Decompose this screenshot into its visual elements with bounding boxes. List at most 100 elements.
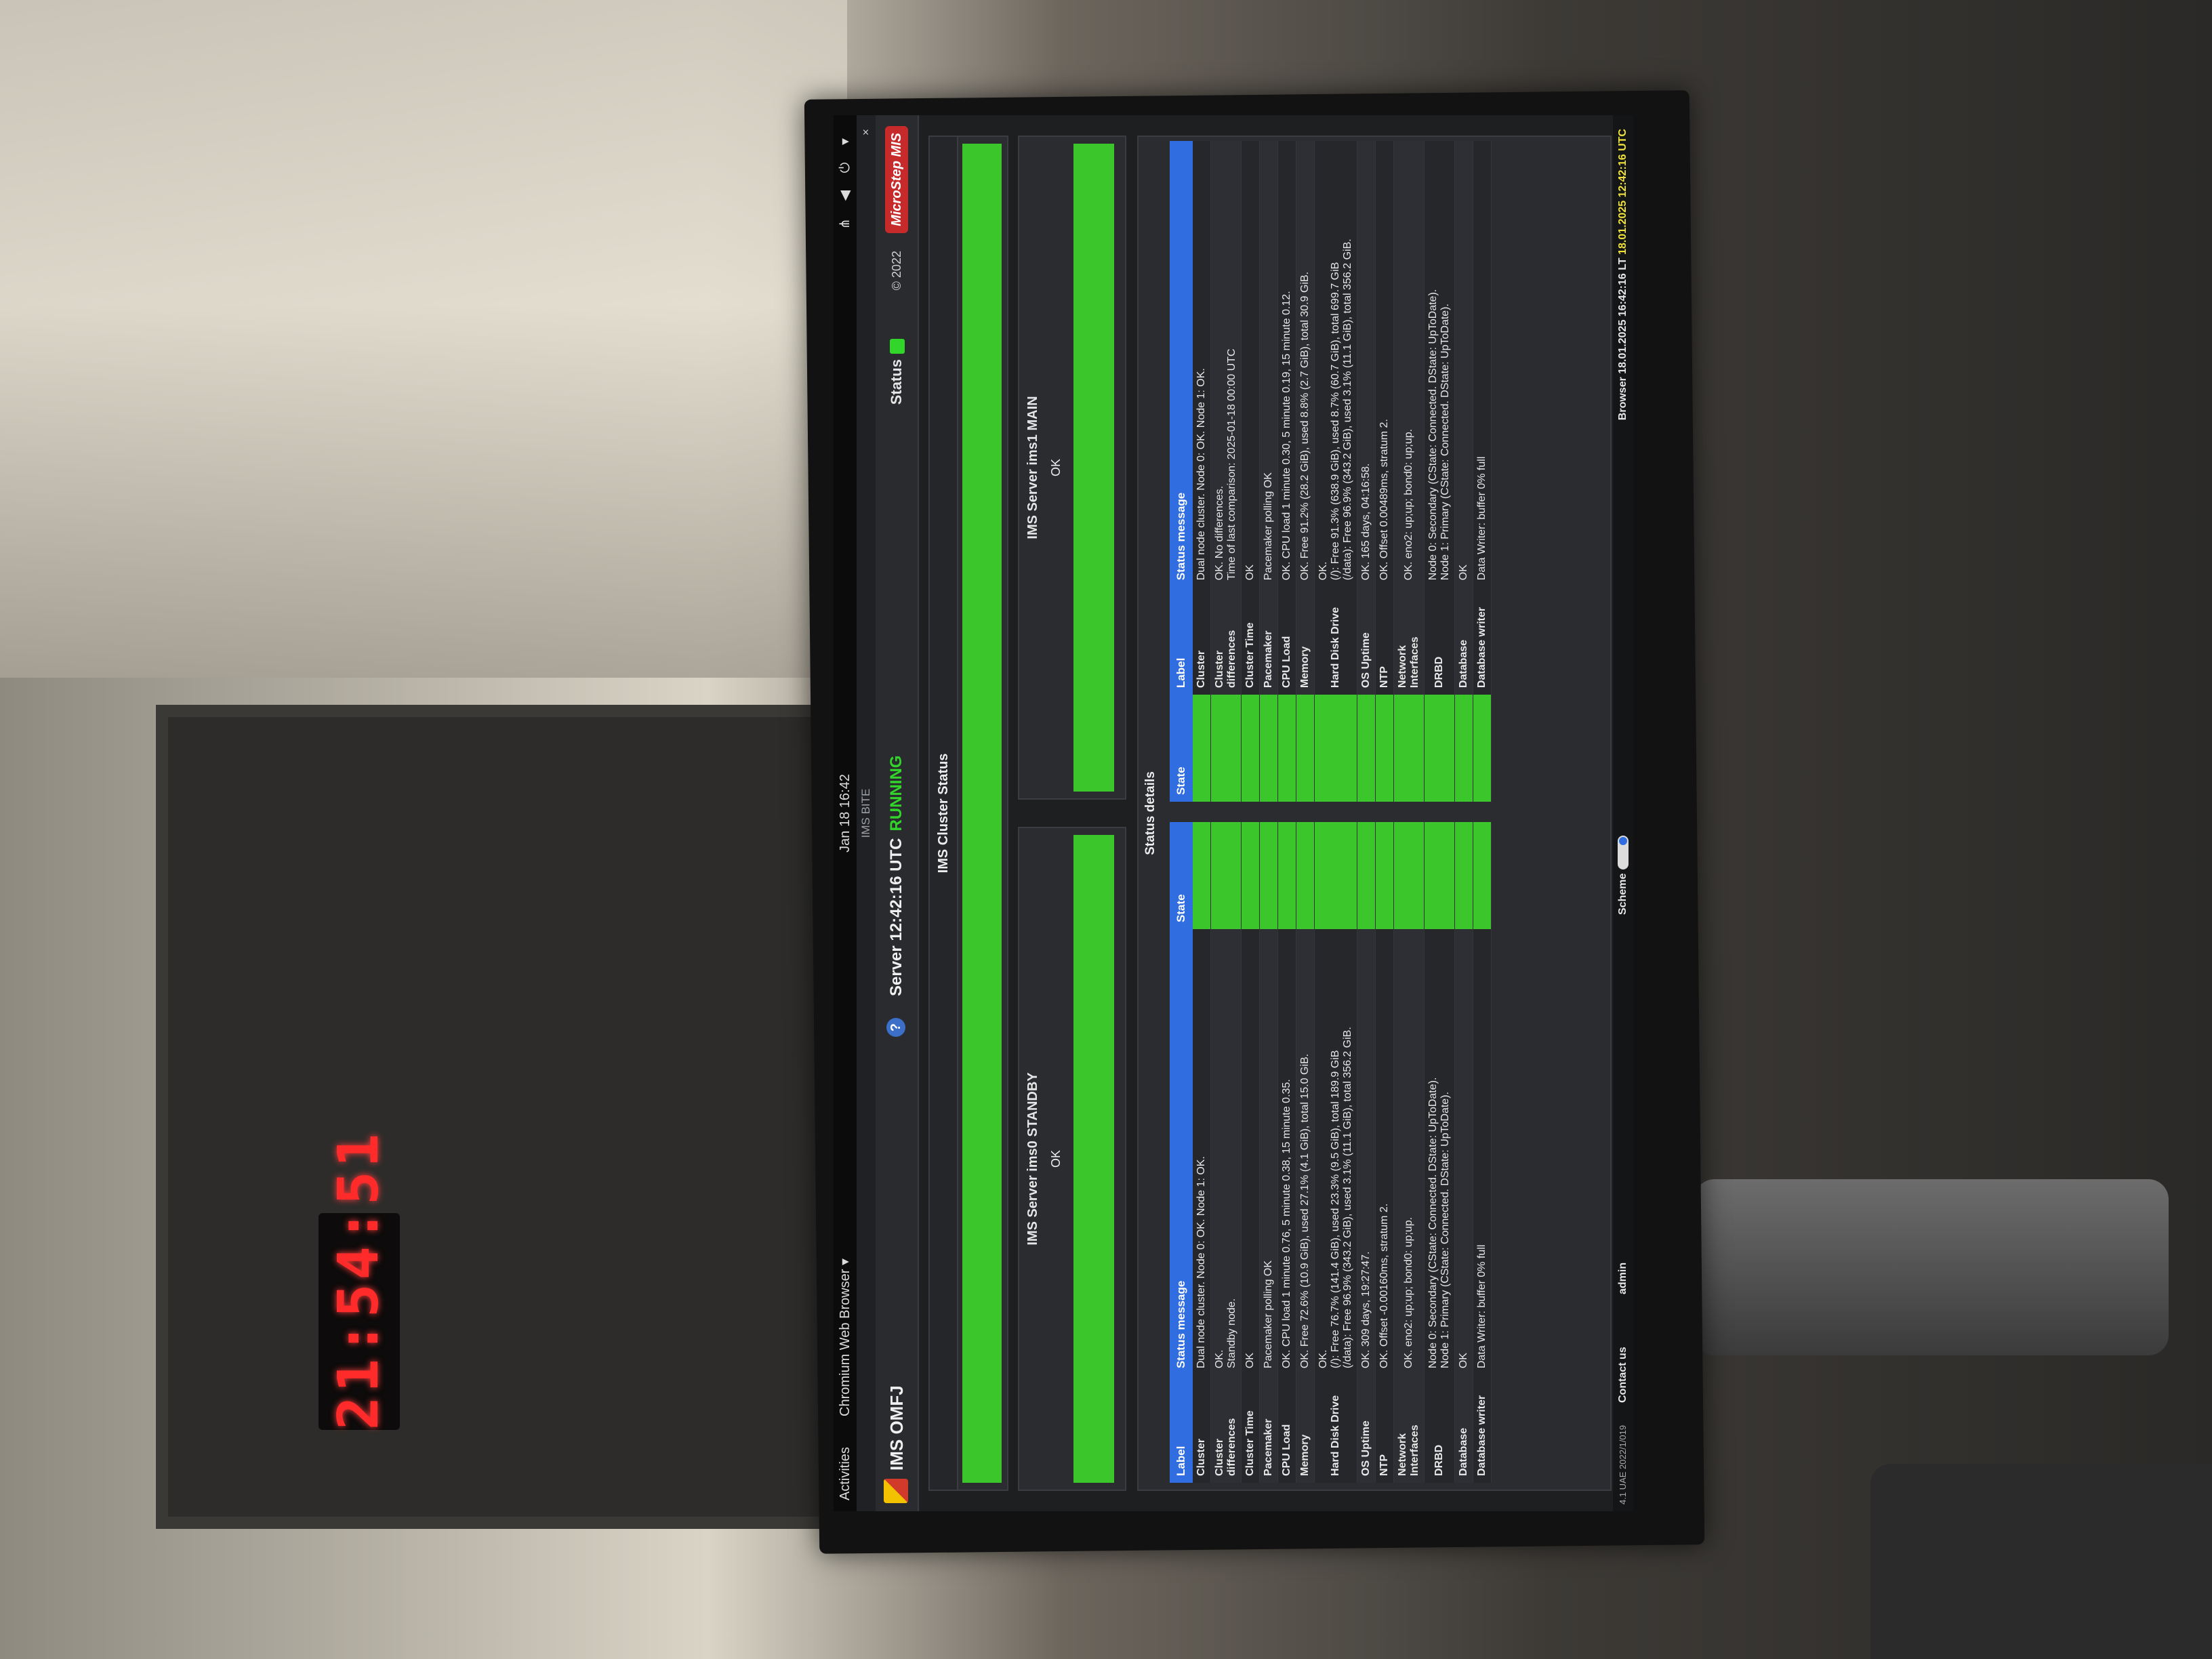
row-message: OK. Free 91.2% (28.2 GiB), used 8.8% (2.… [1296,141,1315,588]
copyright: © 2022 [890,251,903,291]
server-time: Server 12:42:16 UTC [887,838,905,996]
scheme-control[interactable]: Scheme [1613,835,1633,915]
server-standby-bar [1073,835,1114,1483]
cluster-status-panel: IMS Cluster Status [928,136,1008,1491]
screen: Activities Chromium Web Browser ▾ Jan 18… [834,115,1633,1511]
row-message: OK. Offset -0.00160ms, stratum 2. [1375,928,1394,1376]
server-running-state: RUNNING [887,755,905,832]
close-icon[interactable]: × [857,129,876,136]
table-row: DRBD Node 0: Secondary (CState: Connected… [1424,822,1455,1483]
clock-datetime[interactable]: Jan 18 16:42 [834,739,857,888]
row-message: Data Writer: buffer 0% full [1473,141,1492,588]
row-label: NTP [1375,587,1394,695]
row-state-indicator [1259,695,1278,802]
row-message: OK. eno2: up;up; bond0: up;up. [1393,928,1425,1376]
row-message: Node 0: Secondary (CState: Connected. DS… [1424,141,1455,588]
row-message: OK [1454,141,1473,588]
row-label: OS Uptime [1357,587,1376,695]
table-row: CPU Load OK. CPU load 1 minute 0.76, 5 mi… [1277,822,1296,1483]
status-table-main: State Label Status message Cluster Dual n… [1170,141,1492,802]
row-state-indicator [1193,822,1211,929]
row-label: Cluster differences [1210,1375,1242,1483]
row-message: Dual node cluster. Node 0: OK. Node 1: O… [1193,141,1211,588]
row-message: OK. (/): Free 76.7% (141.4 GiB), used 23… [1314,928,1357,1376]
server-main-bar [1073,144,1114,792]
status-details-panel: Status details Label Status message Stat… [1137,136,1612,1491]
row-message: OK [1454,928,1473,1376]
row-state-indicator [1393,822,1425,929]
activities-button[interactable]: Activities [834,1447,857,1500]
table-row: Database writer Data Writer: buffer 0% fu… [1473,141,1492,802]
row-label: DRBD [1424,587,1455,695]
status-indicator[interactable]: Status [876,339,918,405]
row-label: Database writer [1473,587,1492,695]
browser-local-time: Browser 18.01.2025 16:42:16 LT [1617,254,1629,421]
row-state-indicator [1314,695,1357,802]
browser-clock: Browser 18.01.2025 16:42:16 LT 18.01.202… [1613,129,1633,420]
row-state-indicator [1357,822,1376,929]
row-label: Memory [1296,1375,1315,1483]
row-message: OK. CPU load 1 minute 0.30, 5 minute 0.1… [1277,141,1296,588]
column-header-message: Status message [1170,928,1193,1376]
app-title: IMS OMFJ [886,1385,907,1471]
wall-clock: 21:54:51 [319,1130,400,1430]
row-state-indicator [1393,695,1425,802]
server-panel-standby[interactable]: IMS Server ims0 STANDBY OK [1018,827,1126,1491]
row-label: Database [1454,1375,1473,1483]
table-row: Database writer Data Writer: buffer 0% fu… [1473,822,1492,1483]
row-state-indicator [1241,695,1260,802]
server-panel-main[interactable]: IMS Server ims1 MAIN OK [1018,136,1126,800]
contact-us-link[interactable]: Contact us [1613,1347,1633,1403]
row-state-indicator [1314,822,1357,929]
row-message: OK [1241,928,1260,1376]
server-standby-title: IMS Server ims0 STANDBY [1025,1072,1040,1246]
row-state-indicator [1259,822,1278,929]
row-label: Network Interfaces [1393,587,1425,695]
row-state-indicator [1210,822,1242,929]
column-header-label: Label [1170,587,1193,695]
table-row: Pacemaker Pacemaker polling OK [1259,141,1278,802]
app-menu[interactable]: Chromium Web Browser ▾ [834,1258,857,1416]
status-dot-icon [890,339,905,354]
row-state-indicator [1193,695,1211,802]
row-label: CPU Load [1277,587,1296,695]
ceiling-ducts [0,0,847,678]
cluster-status-bar [962,144,1002,1483]
table-row: NTP OK. Offset -0.00160ms, stratum 2. [1375,822,1394,1483]
row-label: Database [1454,587,1473,695]
table-row: NTP OK. Offset 0.00489ms, stratum 2. [1375,141,1394,802]
row-message: OK. eno2: up;up; bond0: up;up. [1393,141,1425,588]
row-label: Database writer [1473,1375,1492,1483]
row-state-indicator [1424,695,1455,802]
help-icon[interactable]: ? [886,1018,905,1037]
row-label: Cluster Time [1241,587,1260,695]
row-message: OK [1241,141,1260,588]
table-row: Database OK [1454,141,1473,802]
table-row: Cluster Dual node cluster. Node 0: OK. No… [1193,822,1211,1483]
window-title: IMS BITE [859,788,872,838]
server-main-title: IMS Server ims1 MAIN [1025,396,1040,539]
table-row: Hard Disk Drive OK. (/): Free 76.7% (141.… [1314,822,1357,1483]
row-state-indicator [1277,822,1296,929]
row-state-indicator [1454,695,1473,802]
row-state-indicator [1296,822,1315,929]
row-state-indicator [1424,822,1455,929]
row-message: Dual node cluster. Node 0: OK. Node 1: O… [1193,928,1211,1376]
screen-frame: Activities Chromium Web Browser ▾ Jan 18… [834,115,1633,1511]
admin-user-link[interactable]: admin [1613,1263,1633,1294]
table-row: CPU Load OK. CPU load 1 minute 0.30, 5 mi… [1277,141,1296,802]
row-label: NTP [1375,1375,1394,1483]
system-tray-icons[interactable]: ⋔ ◀ ⏻ ▾ [834,131,857,230]
app-footer: 4.1 UAE 2022/1/019 Contact us admin Sche… [1613,115,1633,1511]
app-header: IMS OMFJ ? Server 12:42:16 UTC RUNNING St… [876,115,919,1511]
row-state-indicator [1357,695,1376,802]
scheme-toggle-icon[interactable] [1617,835,1629,869]
row-message: OK. 165 days, 04:16:58. [1357,141,1376,588]
column-header-state: State [1170,695,1193,802]
status-table-standby: Label Status message State Cluster Dual n… [1170,822,1492,1483]
row-message: OK. 309 days, 19:27:47. [1357,928,1376,1376]
table-row: Cluster Time OK [1241,822,1260,1483]
row-label: Pacemaker [1259,587,1278,695]
row-message: Node 0: Secondary (CState: Connected. DS… [1424,928,1455,1376]
version-label: 4.1 UAE 2022/1/019 [1618,1425,1628,1504]
